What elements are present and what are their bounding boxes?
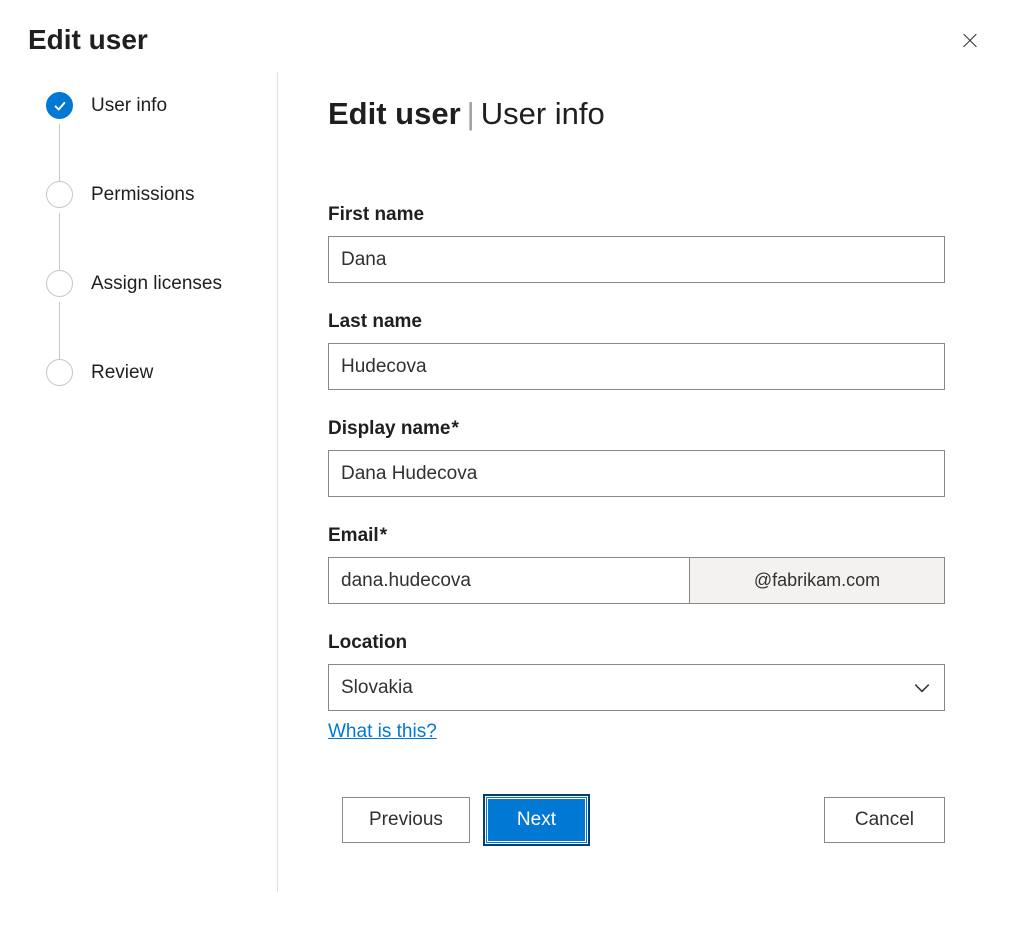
close-button[interactable] [954,24,986,56]
page-title: Edit user|User info [328,96,986,132]
display-name-label: Display name* [328,418,945,440]
wizard-step-assign-licenses[interactable]: Assign licenses [46,270,277,297]
email-input[interactable] [328,557,690,604]
first-name-input[interactable] [328,236,945,283]
circle-icon [46,270,73,297]
next-button[interactable]: Next [486,797,587,843]
wizard-step-label: Assign licenses [91,273,222,295]
field-email: Email* @fabrikam.com [328,525,945,604]
main-content: Edit user|User info First name Last name… [278,72,986,892]
previous-button[interactable]: Previous [342,797,470,843]
wizard-step-label: Permissions [91,184,194,206]
field-location: Location Slovakia What is this? [328,632,945,743]
close-icon [961,31,979,49]
last-name-label: Last name [328,311,945,333]
wizard-step-label: Review [91,362,153,384]
circle-icon [46,181,73,208]
panel-title: Edit user [28,24,148,56]
email-domain-suffix: @fabrikam.com [690,557,945,604]
field-display-name: Display name* [328,418,945,497]
location-select[interactable]: Slovakia [328,664,945,711]
required-asterisk: * [380,525,387,546]
wizard-step-permissions[interactable]: Permissions [46,181,277,208]
field-last-name: Last name [328,311,945,390]
location-label: Location [328,632,945,654]
circle-icon [46,359,73,386]
email-label: Email* [328,525,945,547]
wizard-step-user-info[interactable]: User info [46,92,277,119]
what-is-this-link[interactable]: What is this? [328,721,437,743]
field-first-name: First name [328,204,945,283]
display-name-input[interactable] [328,450,945,497]
wizard-step-label: User info [91,95,167,117]
last-name-input[interactable] [328,343,945,390]
required-asterisk: * [452,418,459,439]
wizard-step-review[interactable]: Review [46,359,277,386]
button-row: Previous Next Cancel [328,797,945,843]
panel-header: Edit user [0,0,1014,72]
check-icon [46,92,73,119]
wizard-sidebar: User info Permissions Assign licenses Re… [28,72,278,892]
cancel-button[interactable]: Cancel [824,797,945,843]
first-name-label: First name [328,204,945,226]
